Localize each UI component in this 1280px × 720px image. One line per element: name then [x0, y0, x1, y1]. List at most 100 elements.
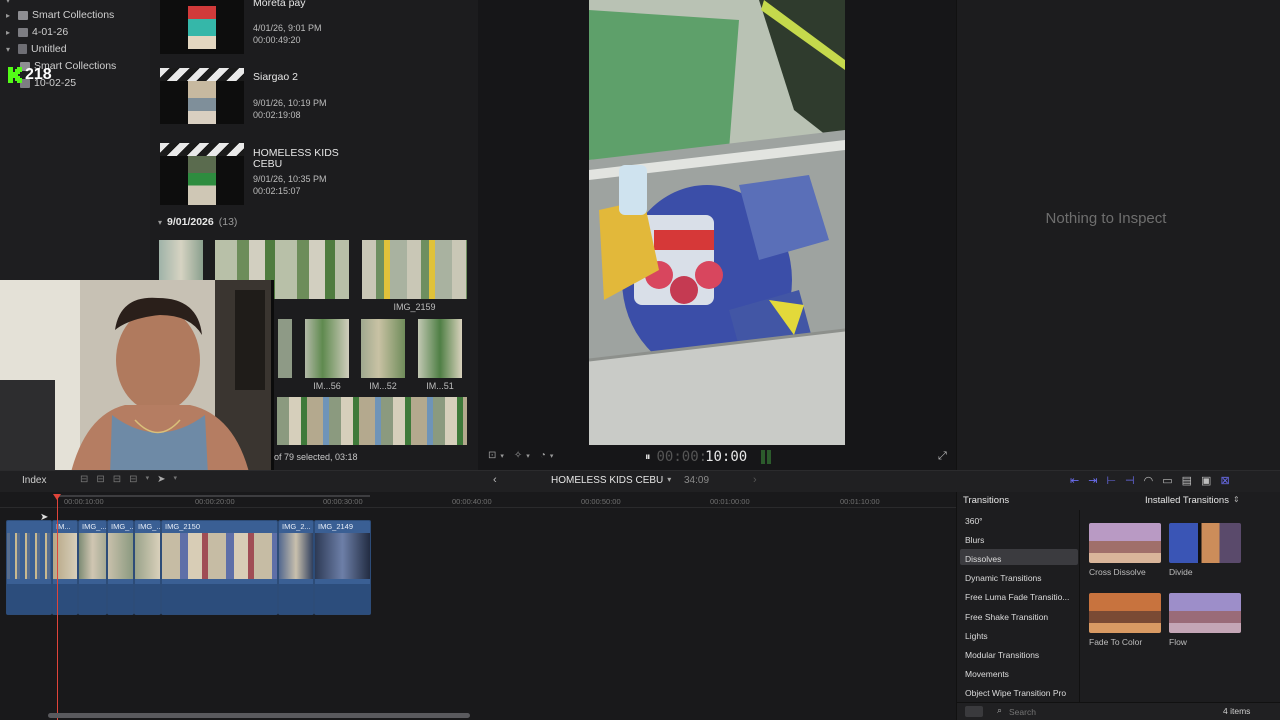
speed-icon[interactable]: ◔ [540, 450, 546, 461]
project-thumbnail[interactable] [160, 68, 244, 124]
clip-thumbnail[interactable] [418, 319, 462, 378]
index-button[interactable]: Index [22, 475, 46, 486]
timeline-ruler[interactable]: 00:00:10:00 00:00:20:00 00:00:30:00 00:0… [0, 492, 956, 508]
project-date: 9/01/26, 10:35 PM [253, 174, 327, 184]
clip-waveform [162, 584, 277, 614]
timeline-clip[interactable]: IMG_2149 [314, 520, 371, 615]
chevron-down-icon[interactable]: ▾ [500, 452, 504, 460]
fullscreen-icon[interactable]: ⤢ [938, 450, 947, 463]
category-item-selected[interactable]: Dissolves [965, 554, 1001, 564]
item-count: 4 items [1223, 706, 1251, 716]
timecode[interactable]: 10:00 [705, 449, 747, 465]
clip-waveform [135, 584, 160, 614]
category-item[interactable]: Blurs [965, 535, 984, 545]
back-arrow-icon[interactable]: ‹ [493, 474, 497, 486]
clip-thumbnail[interactable] [278, 319, 292, 378]
crop-transform-icon[interactable]: ⊡ [488, 450, 496, 461]
clip-thumbnail[interactable] [361, 319, 405, 378]
clip-thumbnail[interactable] [362, 240, 467, 299]
transition-thumbnail[interactable] [1169, 523, 1241, 563]
sidebar-item-smart-collections[interactable]: ▸ Smart Collections [6, 9, 114, 21]
timeline-toolbar: Index ⊟ ⊟ ⊟ ⊟ ▾ ➤ ▾ ‹ HOMELESS KIDS CEBU… [0, 470, 1280, 492]
category-item[interactable]: Lights [965, 631, 988, 641]
category-item[interactable]: 360° [965, 516, 983, 526]
transition-thumbnail[interactable] [1169, 593, 1241, 633]
category-item[interactable]: Free Luma Fade Transitio... [965, 592, 1069, 602]
disclosure-triangle-icon[interactable]: ▾ [6, 0, 14, 5]
category-item[interactable]: Dynamic Transitions [965, 573, 1042, 583]
disclosure-triangle-icon[interactable]: ▸ [6, 28, 14, 37]
clip-thumbnail[interactable] [277, 397, 467, 445]
transitions-browser-icon[interactable]: ▣ [1201, 474, 1211, 487]
timeline-clip[interactable]: IMG_... [134, 520, 161, 615]
headphones-icon[interactable]: ◠ [1144, 474, 1154, 487]
ruler-tick-label: 00:00:10:00 [64, 497, 104, 506]
sidebar-toggle-icon[interactable] [965, 706, 983, 717]
solo-icon[interactable]: ⊢ [1106, 474, 1116, 487]
transition-thumbnail[interactable] [1089, 523, 1161, 563]
timeline-scrollbar[interactable] [48, 713, 470, 718]
category-item[interactable]: Movements [965, 669, 1009, 679]
project-name-menu[interactable]: HOMELESS KIDS CEBU ▾ [551, 475, 671, 486]
clip-name: IMG_... [82, 522, 107, 531]
playhead[interactable] [57, 494, 58, 720]
select-tool-icon[interactable]: ➤ [157, 474, 165, 485]
audio-meter-left [761, 450, 766, 464]
date-group-header[interactable]: ▾ 9/01/2026 (13) [158, 216, 237, 228]
disclosure-triangle-icon[interactable]: ▸ [6, 11, 14, 20]
chevron-down-icon[interactable]: ▾ [146, 474, 150, 485]
timeline-clip[interactable]: IM... [52, 520, 78, 615]
video-frame-image [589, 0, 845, 445]
timeline-clip[interactable]: IMG_2150 [161, 520, 278, 615]
timeline-clip[interactable]: IMG_... [107, 520, 134, 615]
viewer-video-frame[interactable] [589, 0, 845, 445]
playhead-handle[interactable] [53, 494, 61, 500]
timeline[interactable]: 00:00:10:00 00:00:20:00 00:00:30:00 00:0… [0, 492, 956, 720]
category-item[interactable]: Modular Transitions [965, 650, 1039, 660]
audio-skimming-icon[interactable]: ⇥ [1088, 474, 1097, 487]
close-browser-icon[interactable]: ⊠ [1220, 474, 1229, 487]
project-thumbnail[interactable] [160, 0, 244, 54]
snapping-icon[interactable]: ⊣ [1125, 474, 1135, 487]
pause-icon[interactable]: ⏸ [645, 451, 651, 464]
clip-thumbnail[interactable] [305, 319, 349, 378]
updown-chevron-icon: ⇕ [1232, 495, 1240, 504]
insert-clip-icon[interactable]: ⊟ [96, 474, 104, 485]
transition-thumbnail[interactable] [1089, 593, 1161, 633]
sidebar-item-library-untitled[interactable]: ▾ Untitled [6, 43, 67, 55]
timeline-clip[interactable]: IMG_2... [278, 520, 314, 615]
disclosure-triangle-icon[interactable]: ▾ [158, 218, 162, 227]
effects-browser-icon[interactable]: ▤ [1182, 474, 1192, 487]
magic-wand-icon[interactable]: ✧ [514, 450, 522, 461]
installed-transitions-menu[interactable]: Installed Transitions ⇕ [1145, 495, 1240, 506]
timeline-view-controls: ⇤ ⇥ ⊢ ⊣ ◠ ▭ ▤ ▣ ⊠ [1070, 474, 1230, 487]
search-input[interactable] [1009, 705, 1159, 718]
clip-appearance-icon[interactable]: ▭ [1162, 474, 1172, 487]
audio-meter-right [767, 450, 772, 464]
append-clip-icon[interactable]: ⊟ [113, 474, 121, 485]
project-date: 9/01/26, 10:19 PM [253, 98, 327, 108]
clip-filmstrip [162, 533, 277, 579]
connect-clip-icon[interactable]: ⊟ [80, 474, 88, 485]
transitions-header: Transitions [963, 495, 1010, 506]
library-item-siargao[interactable]: ▾ [6, 0, 18, 5]
project-thumbnail[interactable] [160, 143, 244, 205]
category-item[interactable]: Object Wipe Transition Pro [965, 688, 1066, 698]
chevron-down-icon[interactable]: ▾ [173, 474, 177, 485]
timeline-clip[interactable] [6, 520, 52, 615]
transitions-browser: Transitions Installed Transitions ⇕ 360°… [956, 492, 1280, 720]
clip-name: IMG_... [138, 522, 161, 531]
ruler-tick-label: 00:01:00:00 [710, 497, 750, 506]
project-title: HOMELESS KIDS CEBU [253, 147, 339, 170]
chevron-down-icon[interactable]: ▾ [550, 452, 554, 460]
clip-filmstrip [135, 533, 160, 579]
category-item[interactable]: Free Shake Transition [965, 612, 1048, 622]
sidebar-item-event-4-01-26[interactable]: ▸ 4-01-26 [6, 26, 68, 38]
timeline-clip[interactable]: IMG_... [78, 520, 107, 615]
skimming-icon[interactable]: ⇤ [1070, 474, 1079, 487]
forward-arrow-icon[interactable]: › [753, 474, 757, 486]
project-title: Moreta pay [253, 0, 306, 9]
overwrite-clip-icon[interactable]: ⊟ [129, 474, 137, 485]
disclosure-triangle-icon[interactable]: ▾ [6, 45, 14, 54]
chevron-down-icon[interactable]: ▾ [526, 452, 530, 460]
